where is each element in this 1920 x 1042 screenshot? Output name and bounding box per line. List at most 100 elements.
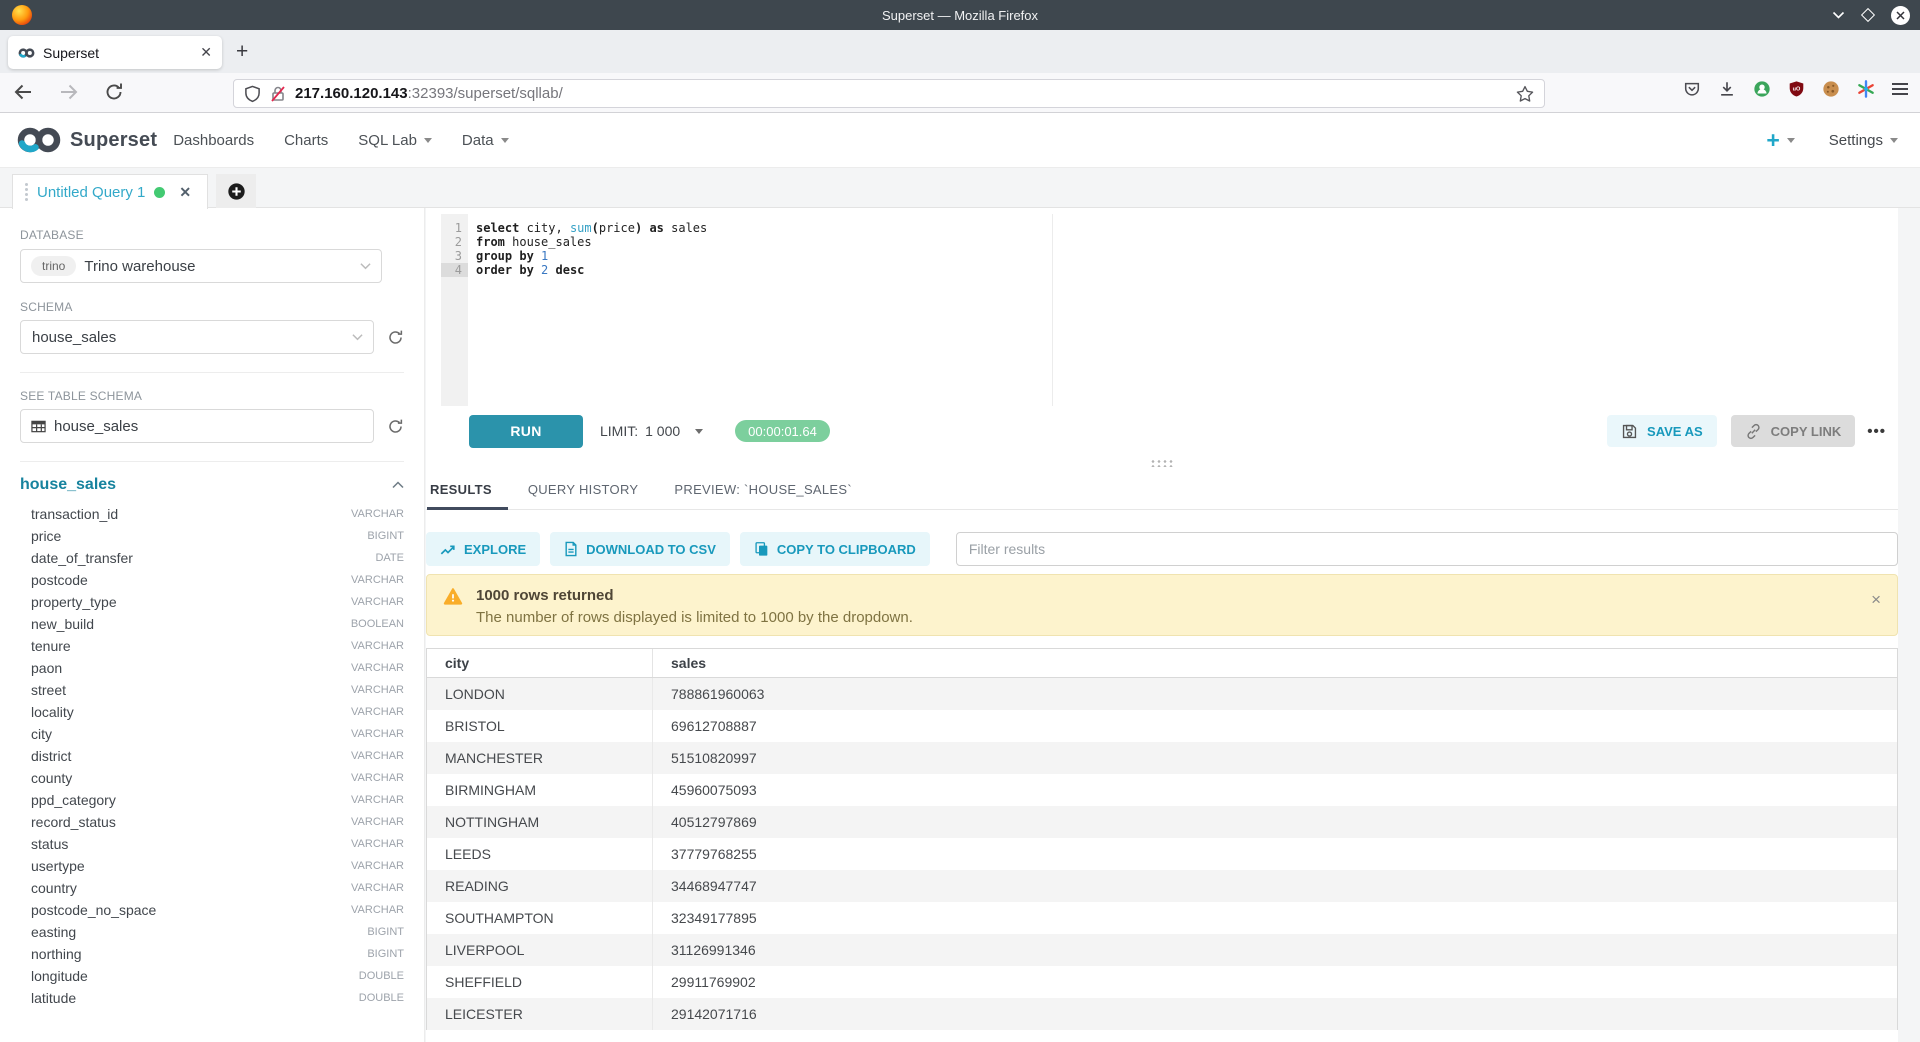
table-title[interactable]: house_sales: [20, 476, 116, 494]
column-row[interactable]: countryVARCHAR: [20, 877, 404, 899]
new-query-tab-button[interactable]: [216, 174, 256, 209]
column-row[interactable]: transaction_idVARCHAR: [20, 503, 404, 525]
column-row[interactable]: paonVARCHAR: [20, 657, 404, 679]
forward-icon[interactable]: [58, 81, 80, 103]
firefox-logo-icon: [12, 5, 32, 25]
nav-item-data[interactable]: Data: [462, 132, 509, 149]
explore-button[interactable]: EXPLORE: [426, 532, 540, 566]
schema-select[interactable]: house_sales: [20, 320, 374, 354]
column-row[interactable]: localityVARCHAR: [20, 701, 404, 723]
column-row[interactable]: record_statusVARCHAR: [20, 811, 404, 833]
menu-icon[interactable]: [1892, 80, 1908, 98]
column-row[interactable]: postcodeVARCHAR: [20, 569, 404, 591]
column-row[interactable]: date_of_transferDATE: [20, 547, 404, 569]
column-header[interactable]: city: [427, 649, 653, 677]
minimize-icon[interactable]: [1832, 11, 1845, 20]
nav-item-charts[interactable]: Charts: [284, 132, 328, 149]
refresh-table-icon[interactable]: [387, 418, 404, 435]
code-line[interactable]: select city, sum(price) as sales: [476, 221, 1898, 235]
column-row[interactable]: cityVARCHAR: [20, 723, 404, 745]
table-row[interactable]: NOTTINGHAM40512797869: [427, 806, 1897, 838]
column-row[interactable]: districtVARCHAR: [20, 745, 404, 767]
cookie-extension-icon[interactable]: [1822, 80, 1840, 98]
download-icon[interactable]: [1718, 80, 1736, 98]
browser-tab[interactable]: Superset ✕: [8, 36, 222, 69]
table-row[interactable]: SOUTHAMPTON32349177895: [427, 902, 1897, 934]
download-csv-button[interactable]: DOWNLOAD TO CSV: [550, 532, 730, 566]
run-button[interactable]: RUN: [469, 415, 583, 448]
table-row[interactable]: MANCHESTER51510820997: [427, 742, 1897, 774]
add-new-button[interactable]: +: [1766, 130, 1794, 150]
column-row[interactable]: countyVARCHAR: [20, 767, 404, 789]
alert-title: 1000 rows returned: [476, 587, 913, 604]
nav-item-dashboards[interactable]: Dashboards: [173, 132, 254, 149]
column-row[interactable]: postcode_no_spaceVARCHAR: [20, 899, 404, 921]
new-tab-button[interactable]: +: [236, 40, 248, 64]
column-row[interactable]: property_typeVARCHAR: [20, 591, 404, 613]
pocket-icon[interactable]: [1683, 80, 1701, 98]
column-row[interactable]: usertypeVARCHAR: [20, 855, 404, 877]
column-type: VARCHAR: [351, 706, 404, 718]
filter-results-input[interactable]: [956, 532, 1898, 566]
table-row[interactable]: READING34468947747: [427, 870, 1897, 902]
table-row[interactable]: BRISTOL69612708887: [427, 710, 1897, 742]
code-line[interactable]: from house_sales: [476, 235, 1898, 249]
results-tab-preview[interactable]: PREVIEW: `HOUSE_SALES`: [674, 482, 860, 509]
chevron-up-icon[interactable]: [392, 481, 404, 489]
query-tab[interactable]: Untitled Query 1 ✕: [12, 174, 208, 209]
privacy-extension-icon[interactable]: [1753, 80, 1771, 98]
close-icon[interactable]: [1891, 6, 1910, 25]
table-row[interactable]: LEICESTER29142071716: [427, 998, 1897, 1030]
table-row[interactable]: LONDON788861960063: [427, 678, 1897, 710]
column-row[interactable]: new_buildBOOLEAN: [20, 613, 404, 635]
column-header[interactable]: sales: [653, 655, 706, 671]
sql-editor[interactable]: 1234 select city, sum(price) as salesfro…: [426, 208, 1898, 406]
browser-tabstrip: Superset ✕ +: [0, 30, 1920, 73]
drag-handle-icon[interactable]: [25, 183, 28, 201]
alert-close-icon[interactable]: ×: [1871, 593, 1881, 607]
settings-menu[interactable]: Settings: [1829, 132, 1898, 149]
shield-icon[interactable]: [244, 85, 261, 103]
reload-icon[interactable]: [104, 82, 124, 102]
column-row[interactable]: latitudeDOUBLE: [20, 987, 404, 1009]
column-row[interactable]: priceBIGINT: [20, 525, 404, 547]
table-row[interactable]: LEEDS37779768255: [427, 838, 1897, 870]
back-icon[interactable]: [12, 81, 34, 103]
maximize-icon[interactable]: [1861, 8, 1875, 22]
lock-disabled-icon[interactable]: [270, 85, 286, 103]
code-line[interactable]: order by 2 desc: [476, 263, 1898, 277]
column-row[interactable]: tenureVARCHAR: [20, 635, 404, 657]
table-row[interactable]: SHEFFIELD29911769902: [427, 966, 1897, 998]
pane-splitter[interactable]: [426, 456, 1898, 470]
superset-logo[interactable]: [16, 125, 62, 155]
bookmark-star-icon[interactable]: [1516, 85, 1534, 103]
ublock-icon[interactable]: uO: [1788, 80, 1805, 98]
database-select[interactable]: trino Trino warehouse: [20, 249, 382, 283]
results-tab-query[interactable]: QUERY HISTORY: [528, 482, 647, 509]
column-row[interactable]: northingBIGINT: [20, 943, 404, 965]
copy-to-clipboard-button[interactable]: COPY TO CLIPBOARD: [740, 532, 930, 566]
more-actions-button[interactable]: •••: [1867, 423, 1886, 440]
copy-link-button[interactable]: COPY LINK: [1731, 415, 1856, 447]
url-bar[interactable]: 217.160.120.143:32393/superset/sqllab/: [233, 79, 1545, 108]
refresh-schema-icon[interactable]: [387, 329, 404, 346]
container-extension-icon[interactable]: [1857, 80, 1875, 98]
column-row[interactable]: eastingBIGINT: [20, 921, 404, 943]
table-schema-select[interactable]: house_sales: [20, 409, 374, 443]
table-row[interactable]: LIVERPOOL31126991346: [427, 934, 1897, 966]
code-line[interactable]: group by 1: [476, 249, 1898, 263]
table-row[interactable]: BIRMINGHAM45960075093: [427, 774, 1897, 806]
save-icon: [1621, 423, 1638, 440]
query-tab-close-icon[interactable]: ✕: [179, 184, 191, 201]
brand-name[interactable]: Superset: [70, 129, 157, 152]
results-tab-results[interactable]: RESULTS: [430, 482, 500, 509]
save-as-button[interactable]: SAVE AS: [1607, 415, 1717, 447]
tab-close-icon[interactable]: ✕: [200, 44, 212, 61]
column-row[interactable]: ppd_categoryVARCHAR: [20, 789, 404, 811]
column-row[interactable]: streetVARCHAR: [20, 679, 404, 701]
limit-dropdown[interactable]: LIMIT: 1 000: [600, 423, 703, 439]
column-row[interactable]: longitudeDOUBLE: [20, 965, 404, 987]
nav-item-sql-lab[interactable]: SQL Lab: [358, 132, 432, 149]
column-row[interactable]: statusVARCHAR: [20, 833, 404, 855]
editor-code[interactable]: select city, sum(price) as salesfrom hou…: [476, 221, 1898, 277]
